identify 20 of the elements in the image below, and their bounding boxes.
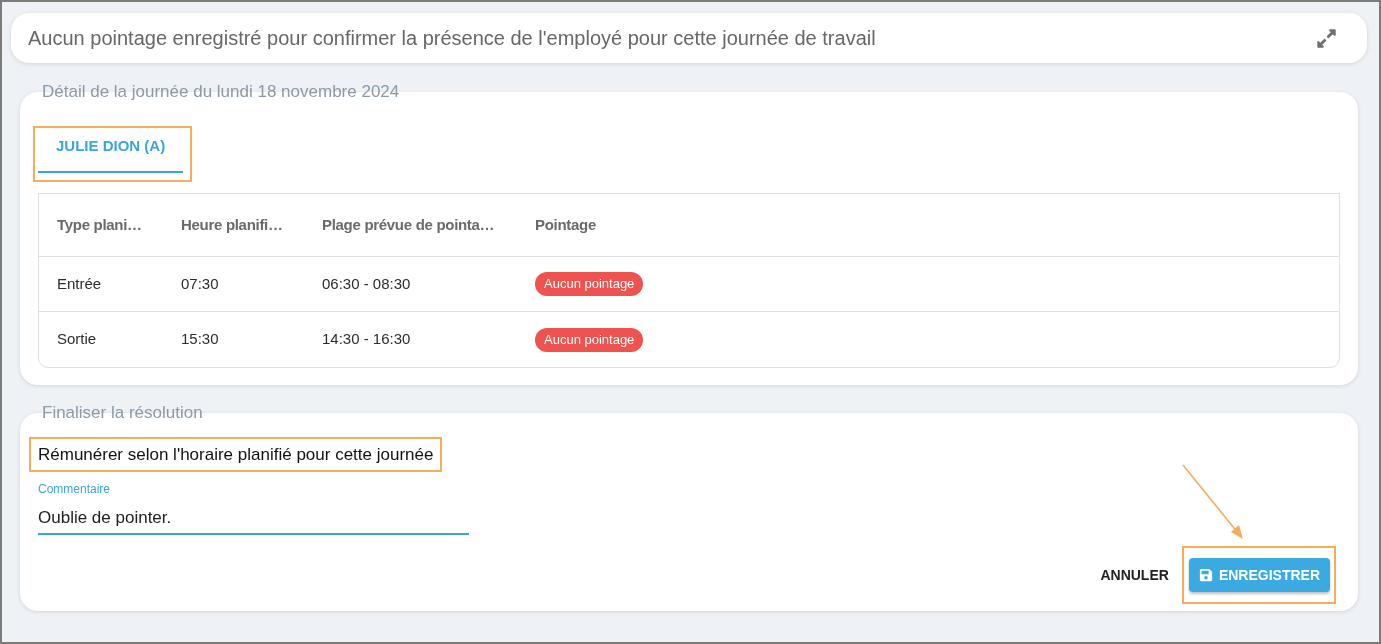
status-badge: Aucun pointage: [535, 272, 644, 296]
status-badge: Aucun pointage: [535, 327, 644, 352]
section-legend: Détail de la journée du lundi 18 novembre 2024: [42, 82, 400, 102]
resolution-option: Rémunérer selon l'horaire planifié pour cette journée: [38, 441, 434, 468]
table-cell-text: 14:30 - 16:30: [322, 329, 412, 350]
cancel-button[interactable]: ANNULER: [1098, 558, 1171, 592]
message-text: Aucun pointage enregistré pour confirmer la présence de l'employé pour cette journée de travail: [28, 26, 876, 51]
field-label: Commentaire: [38, 482, 112, 496]
table-cell-text: 07:30: [181, 273, 220, 294]
table-cell-text: 06:30 - 08:30: [322, 273, 412, 294]
column-header: Pointage: [535, 214, 597, 235]
column-header: Plage prévue de pointa…: [322, 214, 496, 235]
column-header: Heure planifi…: [181, 214, 284, 235]
column-header: Type plani…: [57, 214, 143, 235]
expand-icon[interactable]: [1316, 27, 1337, 49]
table-cell-text: Entrée: [57, 273, 103, 294]
table-cell-text: Sortie: [57, 329, 98, 350]
section-legend: Finaliser la résolution: [42, 403, 203, 423]
table-cell-text: 15:30: [181, 329, 220, 350]
comment-field[interactable]: Commentaire Oublie de pointer.: [38, 482, 469, 535]
